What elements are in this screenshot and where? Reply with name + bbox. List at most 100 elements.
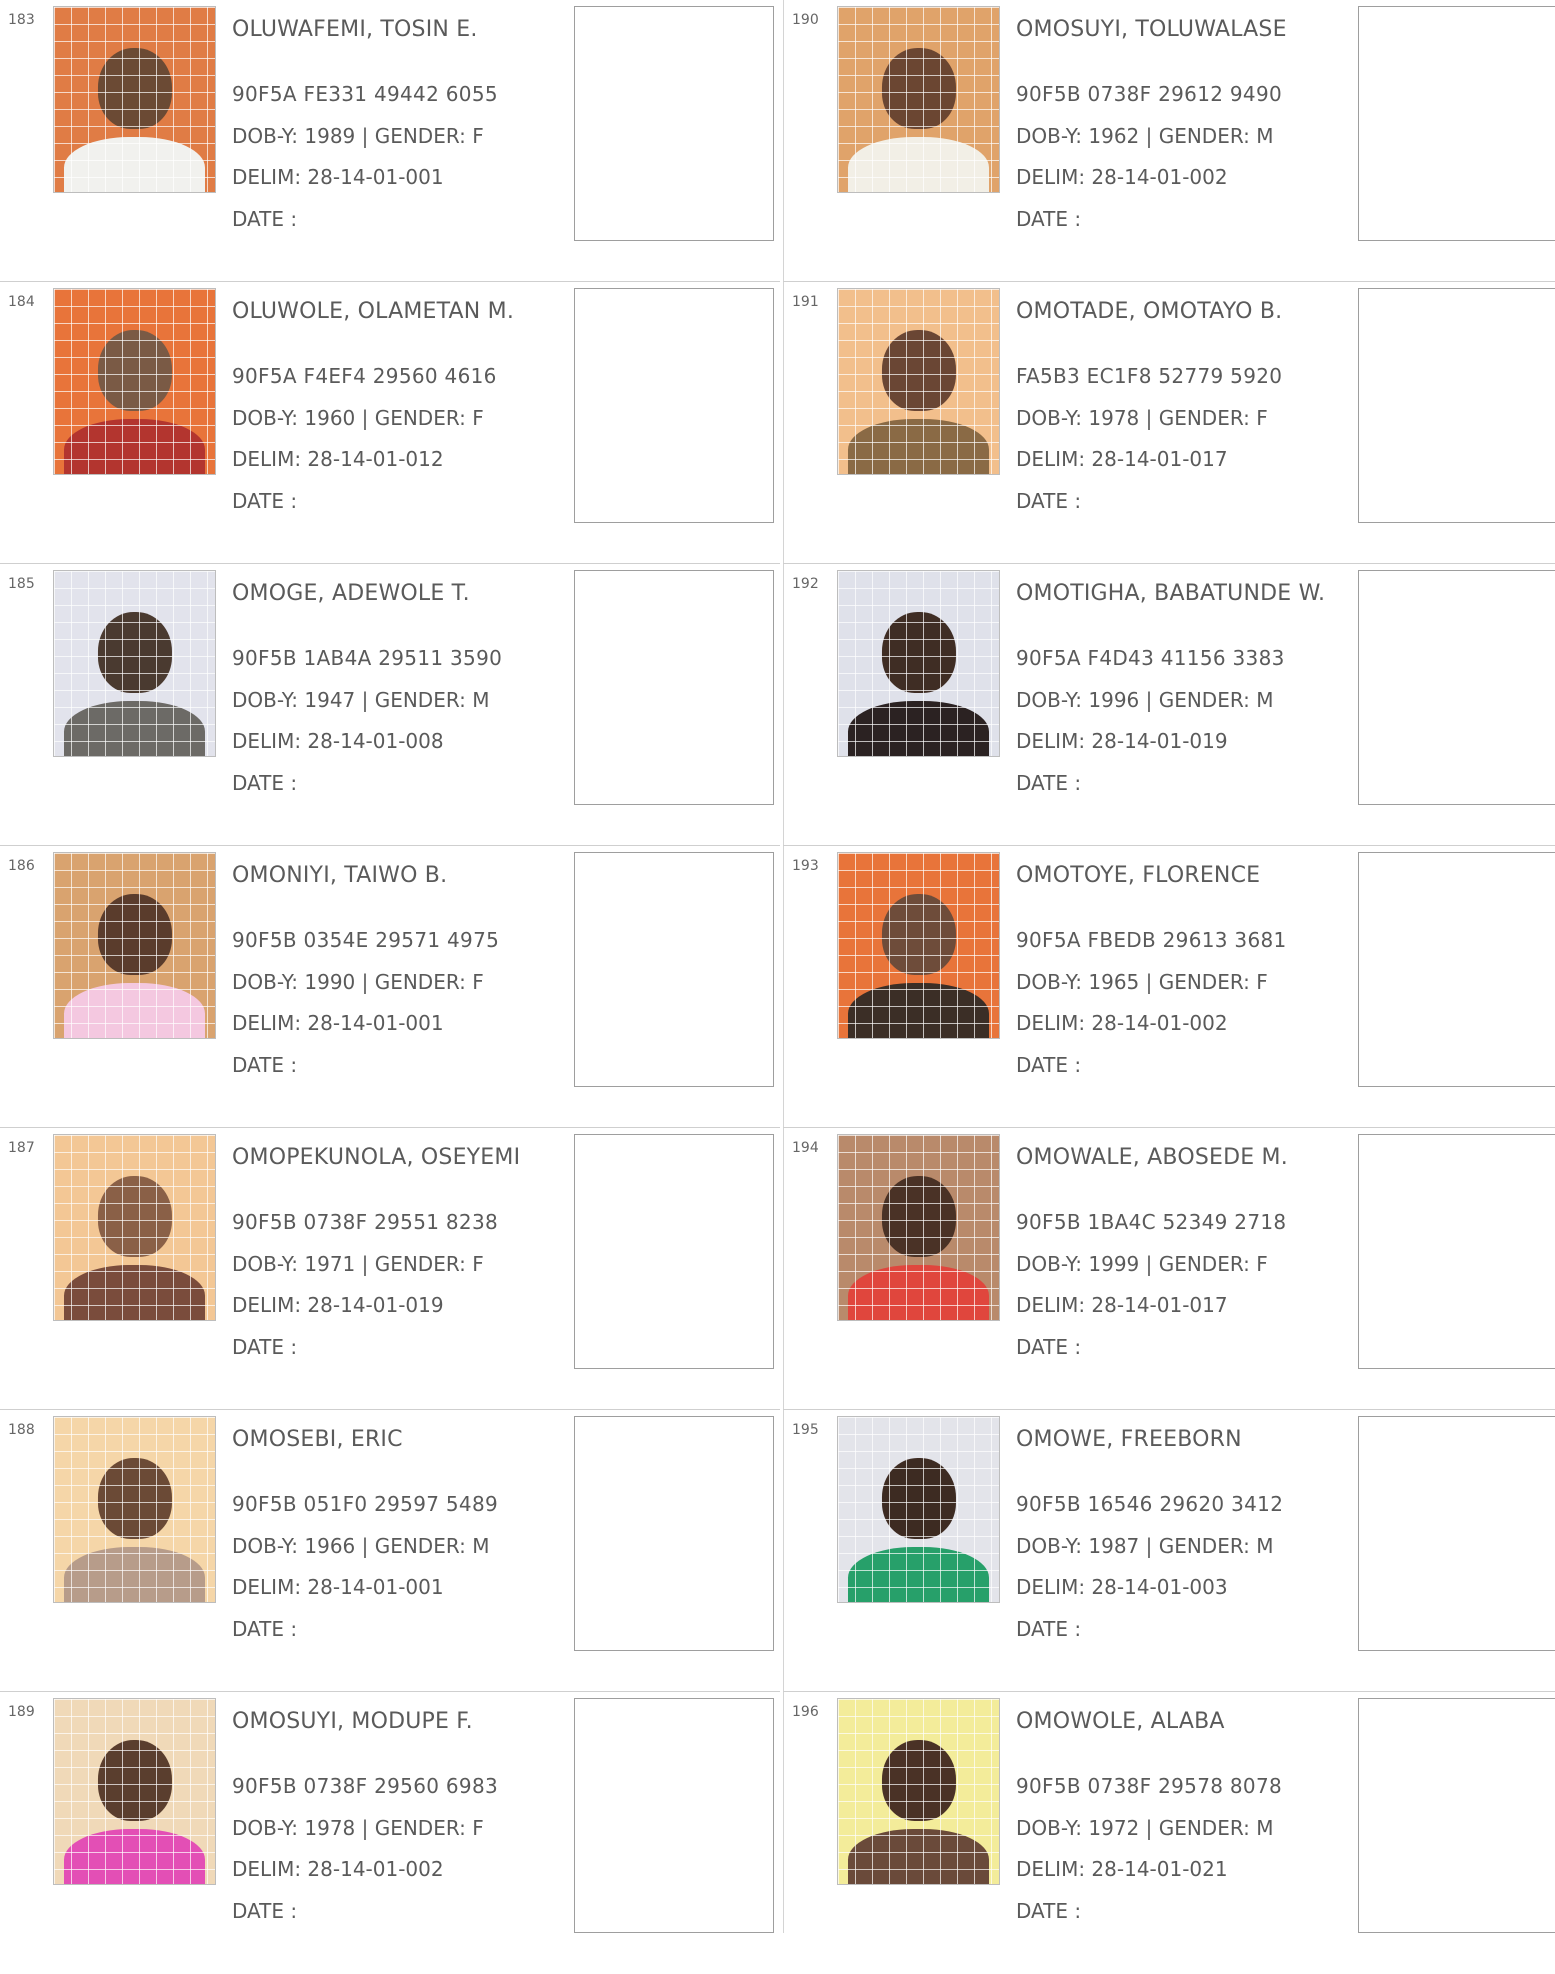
thumbprint-box — [574, 288, 774, 523]
thumbprint-box — [1358, 288, 1555, 523]
voter-photo — [837, 1134, 1000, 1321]
serial-number: 196 — [792, 1704, 819, 1720]
voter-name: OMOTADE, OMOTAYO B. — [1016, 299, 1283, 324]
date-field: DATE : — [1016, 1617, 1082, 1641]
voter-name: OMOGE, ADEWOLE T. — [232, 581, 470, 606]
voter-id-number: 90F5B 051F0 29597 5489 — [232, 1492, 498, 1516]
voter-entry: 196 OMOWOLE, ALABA 90F5B 0738F 29578 807… — [784, 1692, 1555, 1974]
delimitation-code: DELIM: 28-14-01-001 — [232, 165, 444, 189]
birth-year-gender: DOB-Y: 1999 | GENDER: F — [1016, 1252, 1268, 1276]
voter-id-number: 90F5B 1BA4C 52349 2718 — [1016, 1210, 1287, 1234]
photo-watermark-grid — [838, 1417, 999, 1602]
voter-entry: 195 OMOWE, FREEBORN 90F5B 16546 29620 34… — [783, 1410, 1555, 1692]
date-field: DATE : — [1016, 1335, 1082, 1359]
voter-photo — [53, 1698, 216, 1885]
voter-id-number: FA5B3 EC1F8 52779 5920 — [1016, 364, 1283, 388]
voter-entry: 187 OMOPEKUNOLA, OSEYEMI 90F5B 0738F 295… — [0, 1128, 780, 1410]
serial-number: 187 — [8, 1140, 35, 1156]
date-field: DATE : — [232, 207, 298, 231]
serial-number: 190 — [792, 12, 819, 28]
voter-photo — [53, 288, 216, 475]
voter-entry: 191 OMOTADE, OMOTAYO B. FA5B3 EC1F8 5277… — [783, 282, 1555, 564]
serial-number: 186 — [8, 858, 35, 874]
voter-entry: 185 OMOGE, ADEWOLE T. 90F5B 1AB4A 29511 … — [0, 564, 780, 846]
serial-number: 188 — [8, 1422, 35, 1438]
birth-year-gender: DOB-Y: 1947 | GENDER: M — [232, 688, 490, 712]
voter-name: OMOWALE, ABOSEDE M. — [1016, 1145, 1288, 1170]
voter-photo — [53, 570, 216, 757]
voter-name: OMONIYI, TAIWO B. — [232, 863, 448, 888]
date-field: DATE : — [1016, 1899, 1082, 1923]
photo-watermark-grid — [54, 571, 215, 756]
delimitation-code: DELIM: 28-14-01-019 — [232, 1293, 444, 1317]
voter-entry: 190 OMOSUYI, TOLUWALASE 90F5B 0738F 2961… — [783, 0, 1555, 282]
voter-id-number: 90F5B 0354E 29571 4975 — [232, 928, 500, 952]
register-column-left: 183 OLUWAFEMI, TOSIN E. 90F5A FE331 4944… — [0, 0, 780, 1933]
date-field: DATE : — [232, 1335, 298, 1359]
delimitation-code: DELIM: 28-14-01-001 — [232, 1575, 444, 1599]
voter-entry: 184 OLUWOLE, OLAMETAN M. 90F5A F4EF4 295… — [0, 282, 780, 564]
delimitation-code: DELIM: 28-14-01-002 — [232, 1857, 444, 1881]
voter-name: OMOSEBI, ERIC — [232, 1427, 403, 1452]
voter-name: OMOSUYI, TOLUWALASE — [1016, 17, 1287, 42]
date-field: DATE : — [232, 1899, 298, 1923]
birth-year-gender: DOB-Y: 1965 | GENDER: F — [1016, 970, 1268, 994]
voter-name: OMOPEKUNOLA, OSEYEMI — [232, 1145, 521, 1170]
photo-watermark-grid — [54, 1417, 215, 1602]
photo-watermark-grid — [54, 7, 215, 192]
serial-number: 194 — [792, 1140, 819, 1156]
photo-watermark-grid — [838, 1699, 999, 1884]
delimitation-code: DELIM: 28-14-01-019 — [1016, 729, 1228, 753]
serial-number: 195 — [792, 1422, 819, 1438]
birth-year-gender: DOB-Y: 1971 | GENDER: F — [232, 1252, 484, 1276]
date-field: DATE : — [232, 489, 298, 513]
birth-year-gender: DOB-Y: 1978 | GENDER: F — [1016, 406, 1268, 430]
voter-entry: 192 OMOTIGHA, BABATUNDE W. 90F5A F4D43 4… — [783, 564, 1555, 846]
delimitation-code: DELIM: 28-14-01-001 — [232, 1011, 444, 1035]
voter-photo — [53, 6, 216, 193]
voter-id-number: 90F5A F4D43 41156 3383 — [1016, 646, 1285, 670]
thumbprint-box — [1358, 1416, 1555, 1651]
birth-year-gender: DOB-Y: 1989 | GENDER: F — [232, 124, 484, 148]
register-column-right: 190 OMOSUYI, TOLUWALASE 90F5B 0738F 2961… — [783, 0, 1555, 1933]
voter-entry: 194 OMOWALE, ABOSEDE M. 90F5B 1BA4C 5234… — [783, 1128, 1555, 1410]
date-field: DATE : — [1016, 1053, 1082, 1077]
voter-photo — [837, 288, 1000, 475]
thumbprint-box — [574, 1416, 774, 1651]
photo-watermark-grid — [838, 289, 999, 474]
voter-entry: 186 OMONIYI, TAIWO B. 90F5B 0354E 29571 … — [0, 846, 780, 1128]
birth-year-gender: DOB-Y: 1962 | GENDER: M — [1016, 124, 1274, 148]
voter-entry: 188 OMOSEBI, ERIC 90F5B 051F0 29597 5489… — [0, 1410, 780, 1692]
voter-id-number: 90F5B 1AB4A 29511 3590 — [232, 646, 503, 670]
photo-watermark-grid — [838, 7, 999, 192]
thumbprint-box — [1358, 852, 1555, 1087]
photo-watermark-grid — [54, 853, 215, 1038]
voter-entry: 183 OLUWAFEMI, TOSIN E. 90F5A FE331 4944… — [0, 0, 780, 282]
birth-year-gender: DOB-Y: 1996 | GENDER: M — [1016, 688, 1274, 712]
birth-year-gender: DOB-Y: 1972 | GENDER: M — [1016, 1816, 1274, 1840]
serial-number: 184 — [8, 294, 35, 310]
photo-watermark-grid — [838, 571, 999, 756]
date-field: DATE : — [1016, 771, 1082, 795]
voter-id-number: 90F5A FBEDB 29613 3681 — [1016, 928, 1287, 952]
delimitation-code: DELIM: 28-14-01-012 — [232, 447, 444, 471]
date-field: DATE : — [232, 1053, 298, 1077]
date-field: DATE : — [232, 1617, 298, 1641]
voter-photo — [837, 852, 1000, 1039]
thumbprint-box — [574, 6, 774, 241]
voter-id-number: 90F5A FE331 49442 6055 — [232, 82, 498, 106]
delimitation-code: DELIM: 28-14-01-002 — [1016, 1011, 1228, 1035]
voter-photo — [837, 1416, 1000, 1603]
voter-photo — [53, 1134, 216, 1321]
voter-id-number: 90F5B 0738F 29578 8078 — [1016, 1774, 1282, 1798]
voter-id-number: 90F5B 0738F 29551 8238 — [232, 1210, 498, 1234]
thumbprint-box — [574, 1698, 774, 1933]
voter-photo — [837, 1698, 1000, 1885]
thumbprint-box — [1358, 6, 1555, 241]
voter-id-number: 90F5B 16546 29620 3412 — [1016, 1492, 1284, 1516]
delimitation-code: DELIM: 28-14-01-008 — [232, 729, 444, 753]
date-field: DATE : — [232, 771, 298, 795]
delimitation-code: DELIM: 28-14-01-003 — [1016, 1575, 1228, 1599]
voter-entry: 193 OMOTOYE, FLORENCE 90F5A FBEDB 29613 … — [783, 846, 1555, 1128]
voter-name: OMOSUYI, MODUPE F. — [232, 1709, 473, 1734]
